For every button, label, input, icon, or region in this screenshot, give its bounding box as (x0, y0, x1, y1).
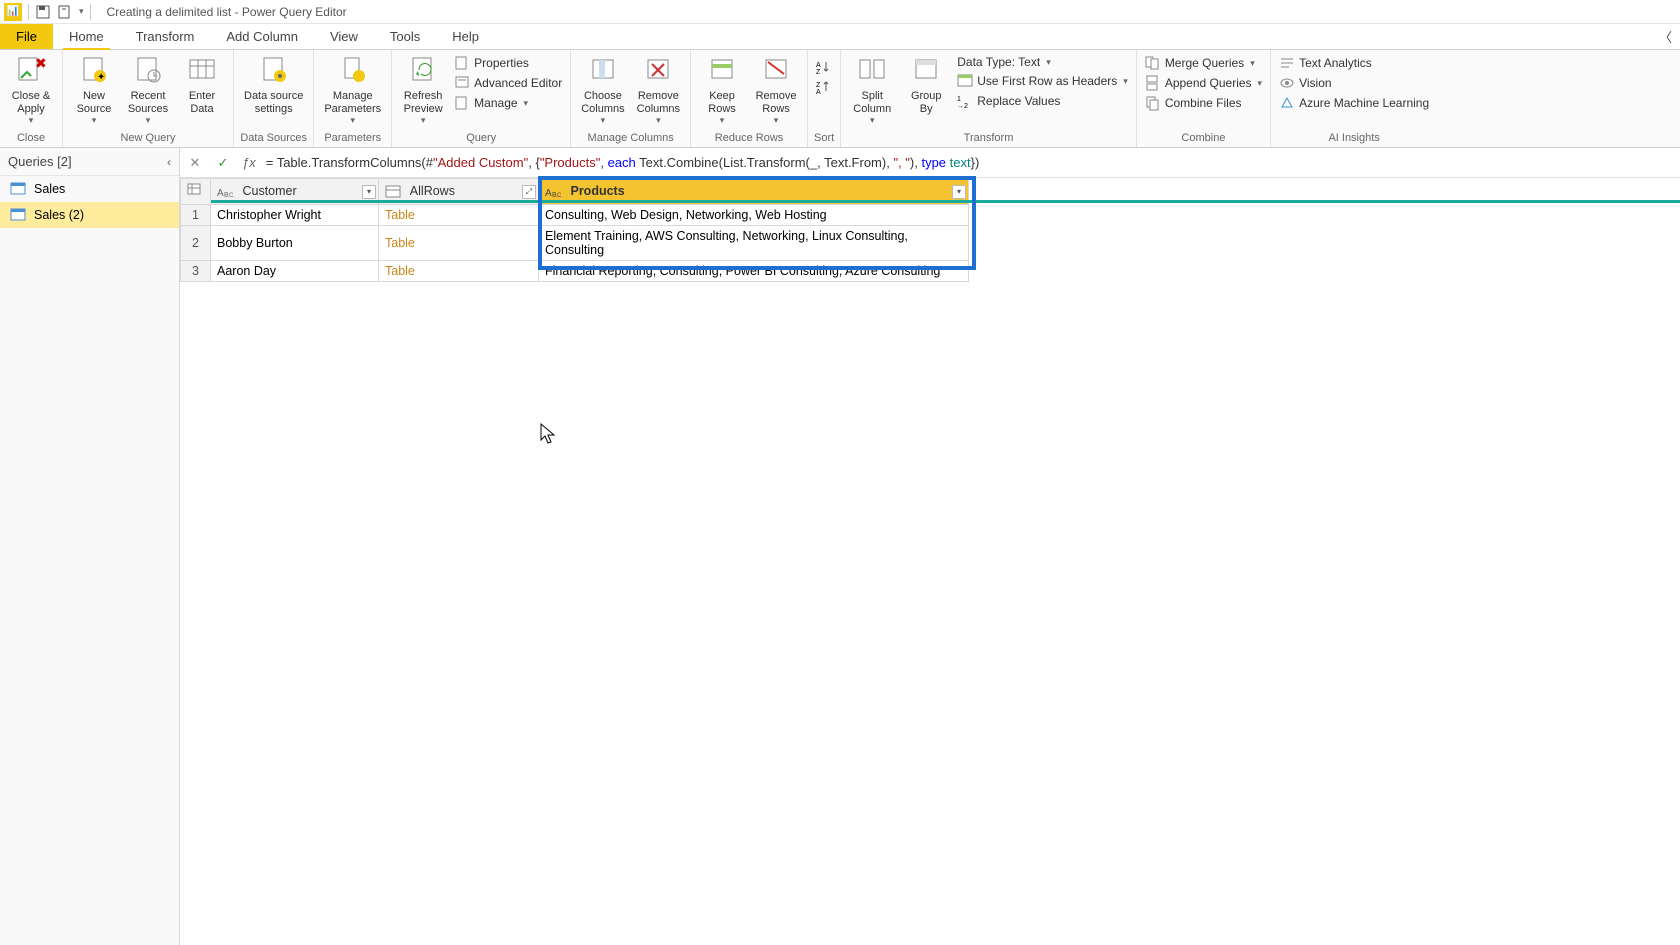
tab-transform[interactable]: Transform (120, 24, 211, 49)
group-ai-insights: Text Analytics Vision Azure Machine Lear… (1271, 50, 1437, 147)
new-source-button[interactable]: ✦ New Source▾ (69, 52, 119, 128)
group-parameters: Manage Parameters▾ Parameters (314, 50, 392, 147)
window-title: Creating a delimited list - Power Query … (107, 5, 347, 19)
tab-tools[interactable]: Tools (374, 24, 436, 49)
svg-text:C: C (557, 193, 562, 199)
svg-text:A: A (816, 89, 821, 95)
group-combine: Merge Queries▾ Append Queries▾ Combine F… (1137, 50, 1271, 147)
svg-text:A: A (816, 62, 821, 69)
sort-desc-button[interactable]: ZA (814, 78, 834, 96)
tab-home[interactable]: Home (53, 24, 120, 49)
data-source-settings-button[interactable]: Data source settings (240, 52, 307, 117)
cancel-formula-icon[interactable]: ✕ (186, 154, 204, 172)
data-grid: ABC Customer ▾ AllRows ⤢ ABC Products (180, 178, 1680, 282)
group-data-sources: Data source settings Data Sources (234, 50, 314, 147)
query-item-sales[interactable]: Sales (0, 176, 179, 202)
tab-view[interactable]: View (314, 24, 374, 49)
queries-header: Queries [2] ‹ (0, 148, 179, 176)
accept-formula-icon[interactable]: ✓ (214, 154, 232, 172)
collapse-pane-icon[interactable]: ‹ (167, 155, 171, 169)
properties-button[interactable]: Properties (452, 54, 564, 72)
group-manage-columns: Choose Columns▾ Remove Columns▾ Manage C… (571, 50, 691, 147)
svg-text:A: A (217, 188, 224, 199)
table-icon (10, 207, 26, 223)
vision-button[interactable]: Vision (1277, 74, 1431, 92)
split-column-button[interactable]: Split Column▾ (847, 52, 897, 128)
svg-text:A: A (545, 188, 552, 199)
table-icon (10, 181, 26, 197)
ribbon-collapse-icon[interactable]: 〈 (1651, 24, 1680, 49)
title-bar: 📊 ▾ Creating a delimited list - Power Qu… (0, 0, 1680, 24)
main-area: ✕ ✓ ƒx = Table.TransformColumns(#"Added … (180, 148, 1680, 945)
group-by-button[interactable]: Group By (901, 52, 951, 117)
text-analytics-button[interactable]: Text Analytics (1277, 54, 1431, 72)
data-type-button[interactable]: Data Type: Text▾ (955, 54, 1130, 70)
svg-text:✦: ✦ (97, 72, 105, 83)
refresh-preview-button[interactable]: Refresh Preview▾ (398, 52, 448, 128)
table-icon (187, 182, 203, 198)
sort-asc-button[interactable]: AZ (814, 58, 834, 76)
save-icon[interactable] (35, 4, 51, 20)
text-type-icon: ABC (545, 185, 563, 199)
tab-file[interactable]: File (0, 24, 53, 49)
svg-text:✖: ✖ (35, 55, 47, 71)
group-sort: AZ ZA Sort (808, 50, 841, 147)
keep-rows-button[interactable]: Keep Rows▾ (697, 52, 747, 128)
manage-button[interactable]: Manage▾ (452, 94, 564, 112)
replace-values-button[interactable]: 1→2Replace Values (955, 92, 1130, 110)
table-row[interactable]: 2 Bobby Burton Table Element Training, A… (181, 226, 969, 261)
table-corner[interactable] (181, 179, 211, 205)
enter-data-button[interactable]: Enter Data (177, 52, 227, 117)
svg-text:Z: Z (816, 69, 821, 75)
table-row[interactable]: 3 Aaron Day Table Financial Reporting, C… (181, 261, 969, 282)
choose-columns-button[interactable]: Choose Columns▾ (577, 52, 628, 128)
filter-icon[interactable]: ▾ (952, 185, 966, 199)
svg-text:Z: Z (816, 82, 821, 89)
group-new-query: ✦ New Source▾ Recent Sources▾ Enter Data… (63, 50, 234, 147)
table-row[interactable]: 1 Christopher Wright Table Consulting, W… (181, 205, 969, 226)
manage-parameters-button[interactable]: Manage Parameters▾ (320, 52, 385, 128)
group-transform: Split Column▾ Group By Data Type: Text▾ … (841, 50, 1137, 147)
text-type-icon: ABC (217, 185, 235, 199)
svg-text:1: 1 (957, 96, 961, 103)
svg-text:→2: →2 (957, 103, 968, 109)
recent-sources-button[interactable]: Recent Sources▾ (123, 52, 173, 128)
remove-columns-button[interactable]: Remove Columns▾ (633, 52, 684, 128)
tab-help[interactable]: Help (436, 24, 495, 49)
svg-text:C: C (229, 193, 234, 199)
table-type-icon (385, 185, 403, 199)
query-item-sales-2[interactable]: Sales (2) (0, 202, 179, 228)
formula-bar: ✕ ✓ ƒx = Table.TransformColumns(#"Added … (180, 148, 1680, 178)
cursor-icon (540, 423, 558, 445)
remove-rows-button[interactable]: Remove Rows▾ (751, 52, 801, 128)
formula-text[interactable]: = Table.TransformColumns(#"Added Custom"… (266, 155, 980, 171)
body: Queries [2] ‹ Sales Sales (2) ✕ ✓ ƒx = T… (0, 148, 1680, 945)
undo-icon[interactable] (57, 4, 73, 20)
expand-icon[interactable]: ⤢ (522, 185, 536, 199)
queries-pane: Queries [2] ‹ Sales Sales (2) (0, 148, 180, 945)
app-icon: 📊 (4, 3, 22, 21)
advanced-editor-button[interactable]: Advanced Editor (452, 74, 564, 92)
group-reduce-rows: Keep Rows▾ Remove Rows▾ Reduce Rows (691, 50, 808, 147)
group-close: ✖ Close & Apply▾ Close (0, 50, 63, 147)
ribbon-tabs: File Home Transform Add Column View Tool… (0, 24, 1680, 50)
combine-files-button[interactable]: Combine Files (1143, 94, 1264, 112)
append-queries-button[interactable]: Append Queries▾ (1143, 74, 1264, 92)
fx-icon[interactable]: ƒx (242, 155, 256, 170)
quick-access-toolbar: ▾ (35, 4, 84, 20)
azure-ml-button[interactable]: Azure Machine Learning (1277, 94, 1431, 112)
qat-dropdown-icon[interactable]: ▾ (79, 6, 84, 17)
ribbon: ✖ Close & Apply▾ Close ✦ New Source▾ Rec… (0, 50, 1680, 148)
filter-icon[interactable]: ▾ (362, 185, 376, 199)
first-row-headers-button[interactable]: Use First Row as Headers▾ (955, 72, 1130, 90)
merge-queries-button[interactable]: Merge Queries▾ (1143, 54, 1264, 72)
group-query: Refresh Preview▾ Properties Advanced Edi… (392, 50, 571, 147)
tab-add-column[interactable]: Add Column (210, 24, 314, 49)
close-apply-button[interactable]: ✖ Close & Apply▾ (6, 52, 56, 128)
